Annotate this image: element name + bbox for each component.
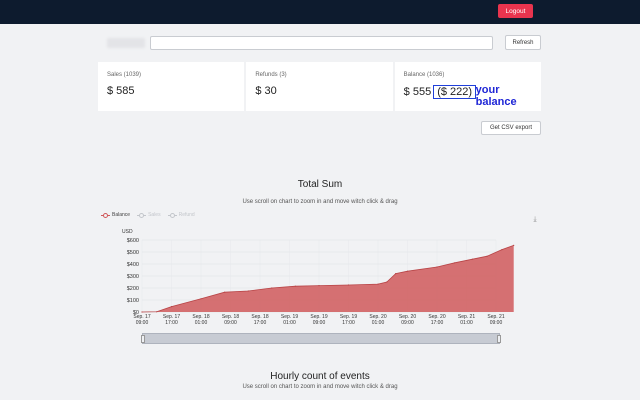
- balance-point: [294, 285, 296, 287]
- x-tick-label: 09:00: [224, 320, 237, 326]
- legend-label: Sales: [148, 212, 161, 218]
- top-navbar: Logout: [0, 0, 640, 24]
- legend-item-balance[interactable]: Balance: [101, 212, 130, 218]
- sales-value: $ 585: [107, 85, 135, 97]
- x-tick-label: 01:00: [283, 320, 296, 326]
- x-tick-label: Sep. 18: [192, 314, 209, 320]
- x-tick-label: Sep. 17: [133, 314, 150, 320]
- balance-point: [395, 273, 397, 275]
- x-tick-label: 09:00: [136, 320, 149, 326]
- legend-item-refund[interactable]: Refund: [167, 212, 195, 218]
- x-tick-label: Sep. 18: [222, 314, 239, 320]
- balance-point: [406, 270, 409, 272]
- x-tick-label: Sep. 17: [163, 314, 180, 320]
- balance-point: [454, 262, 456, 264]
- chart-subtitle-total-sum: Use scroll on chart to zoom in and move …: [242, 199, 398, 205]
- chart-legend: Balance Sales Refund: [101, 212, 195, 218]
- chart-title-total-sum: Total Sum: [297, 179, 343, 190]
- balance-point: [436, 266, 438, 268]
- refresh-button[interactable]: Refresh: [505, 35, 541, 50]
- balance-value-row: $ 555 ($ 222): [403, 85, 477, 99]
- chart-range-navigator[interactable]: [141, 333, 501, 344]
- balance-annotation: your balance: [475, 84, 517, 108]
- x-tick-label: Sep. 19: [340, 314, 357, 320]
- chart-subtitle-hourly-count: Use scroll on chart to zoom in and move …: [242, 384, 398, 390]
- y-tick-label: $500: [127, 250, 139, 256]
- refunds-card: Refunds (3) $ 30: [246, 62, 393, 111]
- x-tick-label: 17:00: [254, 320, 267, 326]
- balance-point: [513, 244, 515, 246]
- masked-account-label: [107, 38, 145, 48]
- csv-export-button[interactable]: Get CSV export: [481, 121, 541, 135]
- balance-point: [200, 298, 202, 300]
- x-tick-label: Sep. 19: [281, 314, 298, 320]
- balance-point: [170, 306, 173, 308]
- y-tick-label: $0: [133, 310, 139, 316]
- legend-item-sales[interactable]: Sales: [137, 212, 161, 218]
- legend-label: Balance: [112, 212, 131, 218]
- balance-line: [141, 245, 514, 313]
- x-tick-label: 01:00: [372, 320, 385, 326]
- x-tick-label: Sep. 20: [399, 314, 416, 320]
- x-tick-label: Sep. 20: [369, 314, 386, 320]
- sales-card: Sales (1039) $ 585: [98, 62, 245, 111]
- balance-point: [141, 311, 143, 313]
- x-tick-label: 17:00: [431, 320, 444, 326]
- x-tick-label: Sep. 19: [310, 314, 327, 320]
- balance-point: [471, 258, 473, 260]
- balance-label: Balance (1036): [403, 72, 445, 78]
- x-tick-label: 01:00: [460, 320, 473, 326]
- x-tick-label: 09:00: [313, 320, 326, 326]
- chart-title-hourly-count: Hourly count of events: [270, 371, 370, 382]
- refunds-value: $ 30: [255, 85, 277, 97]
- balance-point: [247, 290, 249, 292]
- y-tick-label: $200: [127, 286, 139, 292]
- balance-area-fill: [142, 245, 514, 312]
- sales-label: Sales (1039): [107, 72, 142, 78]
- x-tick-label: 09:00: [401, 320, 414, 326]
- search-input[interactable]: [150, 36, 493, 50]
- balance-card: Balance (1036) $ 555 ($ 222) your balance: [394, 62, 541, 111]
- balance-point: [347, 284, 350, 286]
- x-tick-label: 09:00: [490, 320, 503, 326]
- y-tick-label: $600: [127, 238, 139, 244]
- logout-button[interactable]: Logout: [498, 4, 533, 18]
- legend-marker-icon: [137, 212, 147, 218]
- x-tick-label: Sep. 21: [487, 314, 504, 320]
- summary-cards: Sales (1039) $ 585 Refunds (3) $ 30 Bala…: [98, 62, 541, 111]
- x-tick-label: Sep. 21: [458, 314, 475, 320]
- x-tick-label: 01:00: [195, 320, 208, 326]
- y-tick-label: $300: [127, 274, 139, 280]
- balance-point: [224, 291, 226, 293]
- y-axis-label: USD: [122, 229, 133, 235]
- y-tick-label: $400: [127, 262, 139, 268]
- refunds-label: Refunds (3): [255, 72, 287, 78]
- legend-marker-icon: [101, 212, 110, 218]
- balance-point: [486, 255, 488, 257]
- x-tick-label: Sep. 18: [251, 314, 268, 320]
- navigator-right-handle[interactable]: [497, 335, 501, 343]
- balance-point: [386, 281, 388, 283]
- x-tick-label: 17:00: [165, 320, 178, 326]
- balance-point: [377, 283, 379, 285]
- y-tick-label: $100: [127, 298, 139, 304]
- x-tick-label: Sep. 20: [428, 314, 445, 320]
- x-tick-label: 17:00: [342, 320, 355, 326]
- legend-marker-icon: [167, 212, 177, 218]
- balance-highlight-box: ($ 222): [433, 85, 477, 99]
- navigator-left-handle[interactable]: [141, 335, 145, 343]
- balance-value: $ 555: [403, 86, 432, 98]
- legend-label: Refund: [178, 212, 195, 218]
- balance-point: [318, 285, 320, 287]
- download-icon[interactable]: ⤓: [531, 216, 539, 224]
- balance-point: [271, 287, 273, 289]
- balance-point: [501, 249, 503, 251]
- balance-point: [156, 311, 158, 313]
